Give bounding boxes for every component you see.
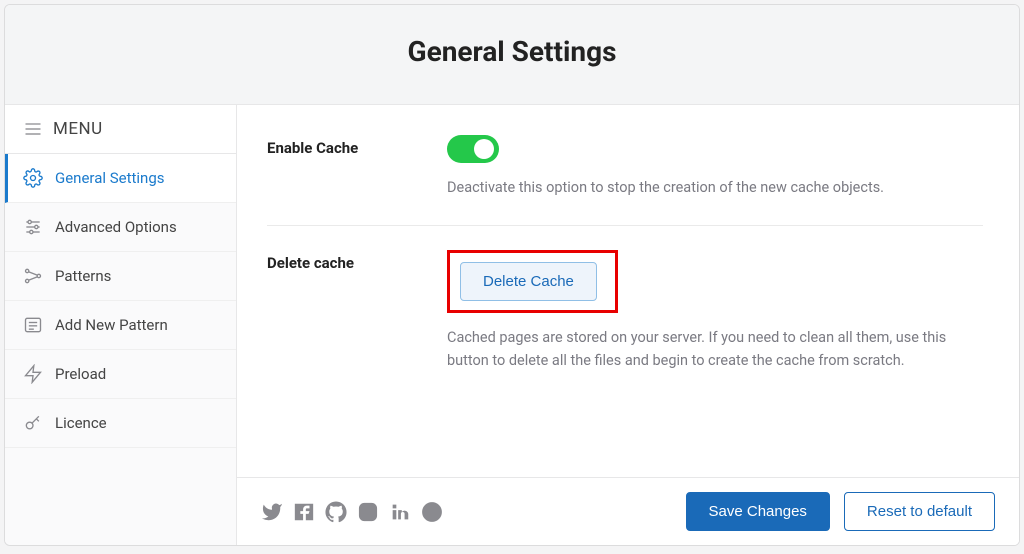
- toggle-knob: [474, 139, 494, 159]
- social-links: [261, 501, 443, 523]
- network-icon: [23, 266, 43, 286]
- footer-actions: Save Changes Reset to default: [686, 492, 995, 531]
- settings-panel: General Settings MENU General Settings: [4, 4, 1020, 546]
- sidebar-item-licence[interactable]: Licence: [5, 399, 236, 448]
- delete-cache-help: Cached pages are stored on your server. …: [447, 327, 967, 372]
- sidebar-item-advanced-options[interactable]: Advanced Options: [5, 203, 236, 252]
- sidebar-item-label: Add New Pattern: [55, 316, 168, 334]
- menu-header[interactable]: MENU: [5, 105, 236, 154]
- gear-icon: [23, 168, 43, 188]
- sliders-icon: [23, 217, 43, 237]
- setting-enable-cache: Enable Cache Deactivate this option to s…: [267, 135, 983, 226]
- instagram-icon[interactable]: [357, 501, 379, 523]
- sidebar-item-label: Preload: [55, 365, 106, 383]
- enable-cache-control: Deactivate this option to stop the creat…: [447, 135, 983, 199]
- sidebar-item-label: Advanced Options: [55, 218, 177, 236]
- reset-default-button[interactable]: Reset to default: [844, 492, 995, 531]
- sidebar-item-label: General Settings: [55, 169, 165, 187]
- delete-cache-control: Delete Cache Cached pages are stored on …: [447, 250, 983, 372]
- body: MENU General Settings Advanced Options P…: [5, 105, 1019, 545]
- delete-cache-highlight: Delete Cache: [447, 250, 618, 313]
- enable-cache-toggle[interactable]: [447, 135, 499, 163]
- facebook-icon[interactable]: [293, 501, 315, 523]
- footer: Save Changes Reset to default: [237, 477, 1019, 545]
- save-changes-button[interactable]: Save Changes: [686, 492, 830, 531]
- sidebar-item-label: Licence: [55, 414, 107, 432]
- page-title: General Settings: [5, 35, 1019, 68]
- linkedin-icon[interactable]: [389, 501, 411, 523]
- twitter-icon[interactable]: [261, 501, 283, 523]
- lightning-icon: [23, 364, 43, 384]
- delete-cache-button[interactable]: Delete Cache: [460, 262, 597, 301]
- sidebar-item-preload[interactable]: Preload: [5, 350, 236, 399]
- github-icon[interactable]: [325, 501, 347, 523]
- wordpress-icon[interactable]: [421, 501, 443, 523]
- content-area: Enable Cache Deactivate this option to s…: [237, 105, 1019, 545]
- sidebar-item-patterns[interactable]: Patterns: [5, 252, 236, 301]
- list-icon: [23, 315, 43, 335]
- sidebar-item-general-settings[interactable]: General Settings: [5, 154, 236, 203]
- settings-list: Enable Cache Deactivate this option to s…: [237, 105, 1019, 477]
- setting-delete-cache: Delete cache Delete Cache Cached pages a…: [267, 250, 983, 398]
- menu-label: MENU: [53, 119, 103, 139]
- enable-cache-label: Enable Cache: [267, 135, 447, 199]
- delete-cache-label: Delete cache: [267, 250, 447, 372]
- hamburger-icon: [23, 119, 43, 139]
- key-icon: [23, 413, 43, 433]
- page-header: General Settings: [5, 5, 1019, 105]
- sidebar: MENU General Settings Advanced Options P…: [5, 105, 237, 545]
- sidebar-item-add-new-pattern[interactable]: Add New Pattern: [5, 301, 236, 350]
- sidebar-item-label: Patterns: [55, 267, 111, 285]
- enable-cache-help: Deactivate this option to stop the creat…: [447, 177, 967, 199]
